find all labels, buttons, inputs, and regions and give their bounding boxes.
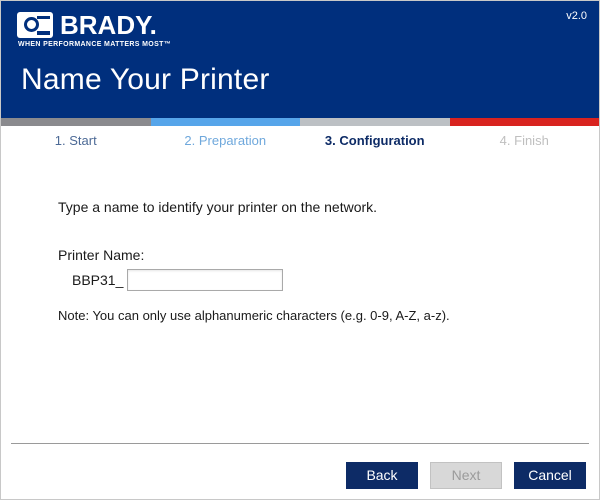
- cancel-button[interactable]: Cancel: [514, 462, 586, 489]
- printer-name-prefix: BBP31_: [72, 272, 124, 288]
- next-button: Next: [430, 462, 502, 489]
- main-content: Type a name to identify your printer on …: [1, 156, 599, 443]
- logo-row: BRADY.: [17, 12, 157, 38]
- step-navigation: 1. Start 2. Preparation 3. Configuration…: [1, 126, 599, 156]
- step-segment-finish: [449, 118, 599, 126]
- step-item-finish: 4. Finish: [499, 133, 549, 148]
- note-text: Note: You can only use alphanumeric char…: [58, 308, 450, 323]
- footer-bar: Back Next Cancel: [1, 443, 599, 499]
- back-button[interactable]: Back: [346, 462, 418, 489]
- version-label: v2.0: [566, 10, 587, 22]
- printer-name-label: Printer Name:: [58, 247, 145, 263]
- step-item-start[interactable]: 1. Start: [1, 133, 151, 149]
- step-segment-start: [1, 118, 151, 126]
- printer-name-input[interactable]: [127, 269, 284, 291]
- logo-tagline: WHEN PERFORMANCE MATTERS MOST™: [18, 41, 172, 48]
- wizard-window: BRADY. WHEN PERFORMANCE MATTERS MOST™ v2…: [0, 0, 600, 500]
- logo-bar-top-shape: [37, 15, 50, 19]
- logo-bar-bottom-shape: [37, 31, 50, 35]
- step-segment-configuration: [300, 118, 450, 126]
- logo-wordmark: BRADY.: [60, 10, 157, 40]
- step-progress-bar: [1, 118, 599, 126]
- step-item-configuration[interactable]: 3. Configuration: [300, 133, 450, 149]
- page-title: Name Your Printer: [21, 63, 270, 96]
- logo-ring-shape: [24, 17, 39, 32]
- footer-button-group: Back Next Cancel: [346, 462, 586, 489]
- footer-divider: [11, 443, 589, 444]
- brady-logo-icon: [17, 12, 53, 38]
- brady-logo: BRADY. WHEN PERFORMANCE MATTERS MOST™: [17, 12, 171, 49]
- printer-name-field-row: BBP31_: [58, 269, 284, 291]
- header-banner: BRADY. WHEN PERFORMANCE MATTERS MOST™ v2…: [1, 1, 599, 118]
- instruction-text: Type a name to identify your printer on …: [58, 199, 378, 215]
- step-segment-preparation: [150, 118, 300, 126]
- step-item-preparation[interactable]: 2. Preparation: [151, 133, 301, 149]
